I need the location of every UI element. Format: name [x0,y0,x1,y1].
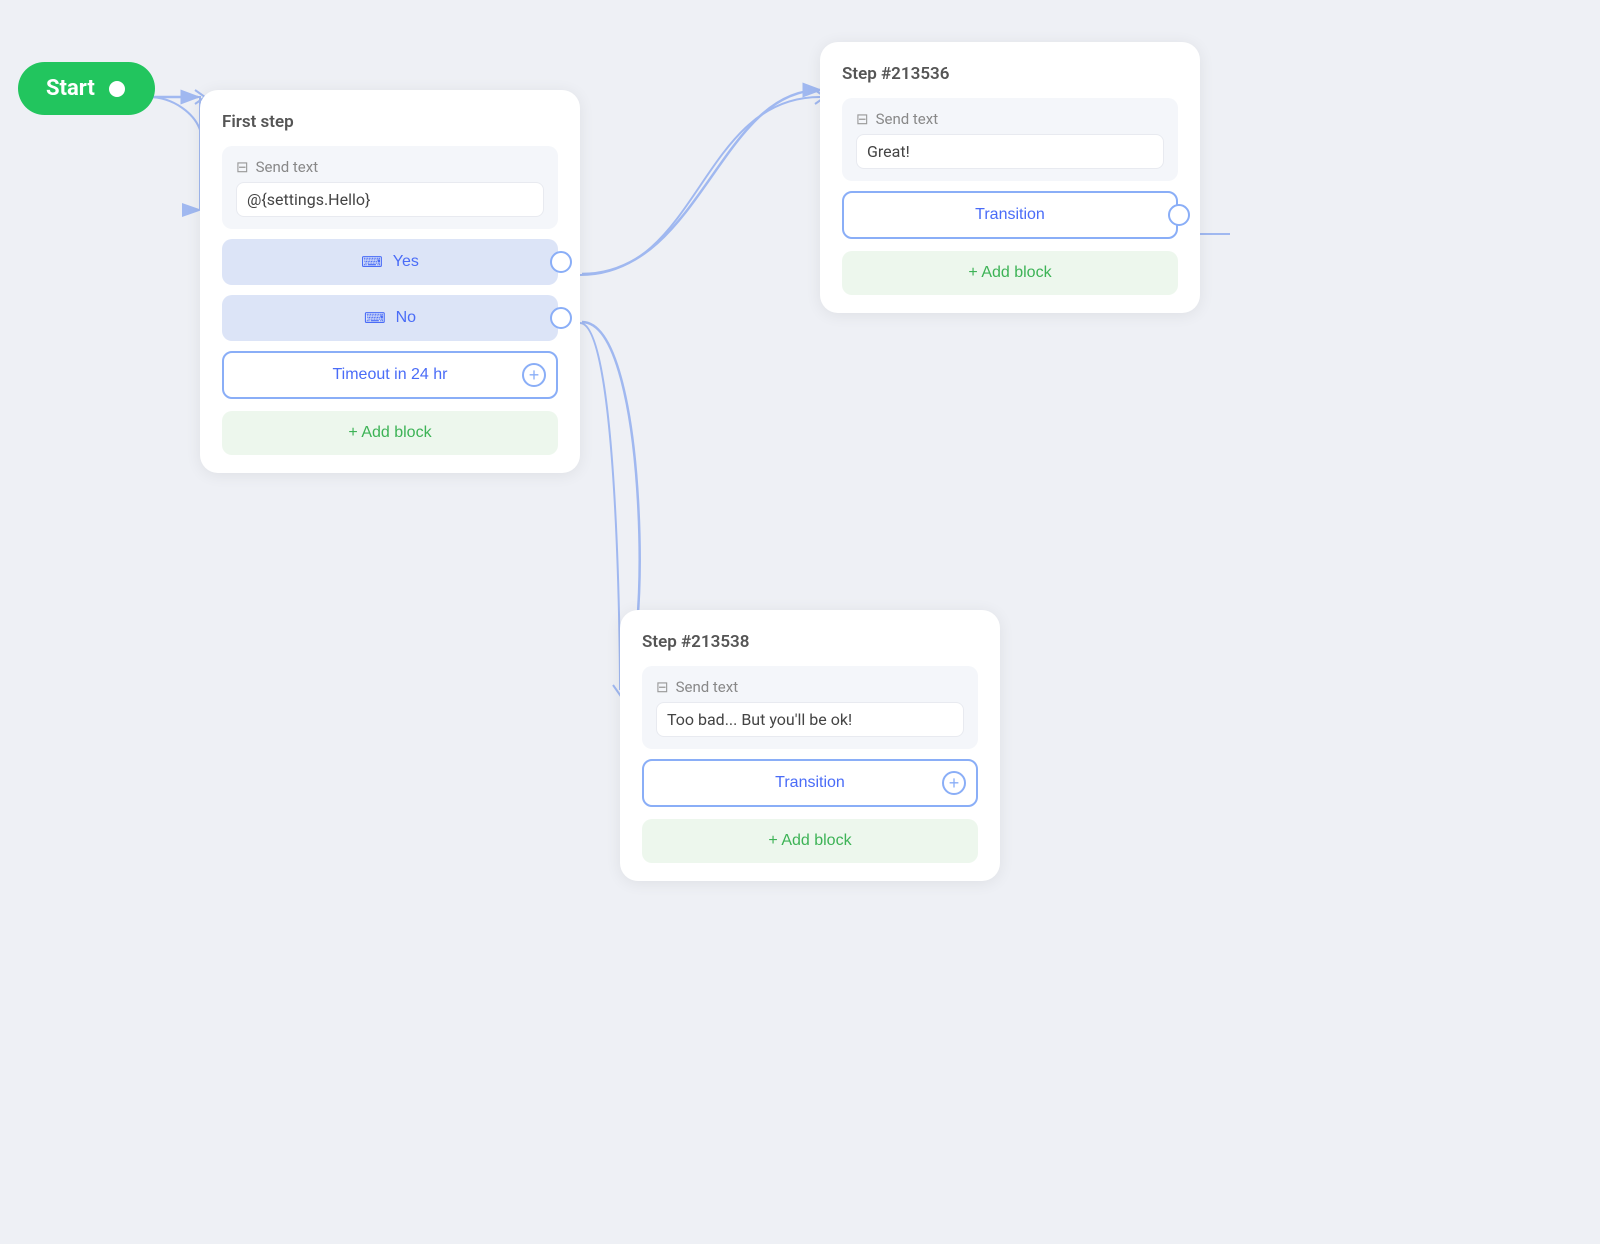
step-213538-card: Step #213538 ⊟ Send text Too bad... But … [620,610,1000,881]
message-icon: ⊟ [236,158,249,176]
step-213538-send-text-block: ⊟ Send text Too bad... But you'll be ok! [642,666,978,749]
keyboard-icon-2: ⌨ [364,309,386,327]
start-node: Start [18,62,155,115]
yes-button[interactable]: ⌨ Yes [222,239,558,285]
first-step-add-block-button[interactable]: + Add block [222,411,558,455]
step-213538-transition-plus-icon: + [942,771,966,795]
yes-connector-dot [550,251,572,273]
timeout-button[interactable]: Timeout in 24 hr + [222,351,558,399]
step-213538-transition-button[interactable]: Transition + [642,759,978,807]
no-connector-dot [550,307,572,329]
start-label: Start [46,76,95,101]
step-213538-send-text-value: Too bad... But you'll be ok! [656,702,964,737]
message-icon-3: ⊟ [856,110,869,128]
first-step-card: First step ⊟ Send text @{settings.Hello}… [200,90,580,473]
step-213536-card: Step #213536 ⊟ Send text Great! Transiti… [820,42,1200,313]
first-step-title: First step [222,112,558,132]
start-connector-dot [107,79,127,99]
step-213538-title: Step #213538 [642,632,978,652]
timeout-plus-icon: + [522,363,546,387]
no-button[interactable]: ⌨ No [222,295,558,341]
step-213536-transition-button[interactable]: Transition [842,191,1178,239]
step-213536-add-block-button[interactable]: + Add block [842,251,1178,295]
step-213536-transition-connector [1168,204,1190,226]
step-213536-title: Step #213536 [842,64,1178,84]
first-step-send-text-label: ⊟ Send text [236,158,544,176]
step-213536-send-text-value: Great! [856,134,1164,169]
step-213538-send-text-label: ⊟ Send text [656,678,964,696]
step-213536-send-text-label: ⊟ Send text [856,110,1164,128]
first-step-send-text-value: @{settings.Hello} [236,182,544,217]
keyboard-icon: ⌨ [361,253,383,271]
step-213536-send-text-block: ⊟ Send text Great! [842,98,1178,181]
step-213538-add-block-button[interactable]: + Add block [642,819,978,863]
message-icon-4: ⊟ [656,678,669,696]
first-step-send-text-block: ⊟ Send text @{settings.Hello} [222,146,558,229]
